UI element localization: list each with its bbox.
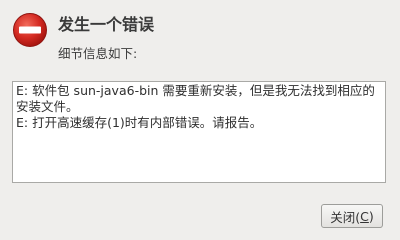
- details-line: E: 软件包 sun-java6-bin 需要重新安装，但是我无法找到相应的: [16, 83, 375, 98]
- details-line: E: 打开高速缓存(1)时有内部错误。请报告。: [16, 115, 263, 130]
- error-icon: [12, 12, 48, 48]
- close-button-label: 关闭(: [330, 209, 361, 225]
- close-button[interactable]: 关闭(C): [321, 204, 383, 228]
- close-button-mnemonic: C: [360, 208, 369, 224]
- details-line: 安装文件。: [16, 99, 79, 114]
- details-text-area[interactable]: E: 软件包 sun-java6-bin 需要重新安装，但是我无法找到相应的 安…: [12, 81, 386, 183]
- error-dialog: 发生一个错误 细节信息如下: E: 软件包 sun-java6-bin 需要重新…: [0, 0, 400, 240]
- details-caption: 细节信息如下:: [58, 46, 138, 61]
- dialog-title: 发生一个错误: [58, 15, 155, 34]
- close-button-label-end: ): [368, 208, 374, 224]
